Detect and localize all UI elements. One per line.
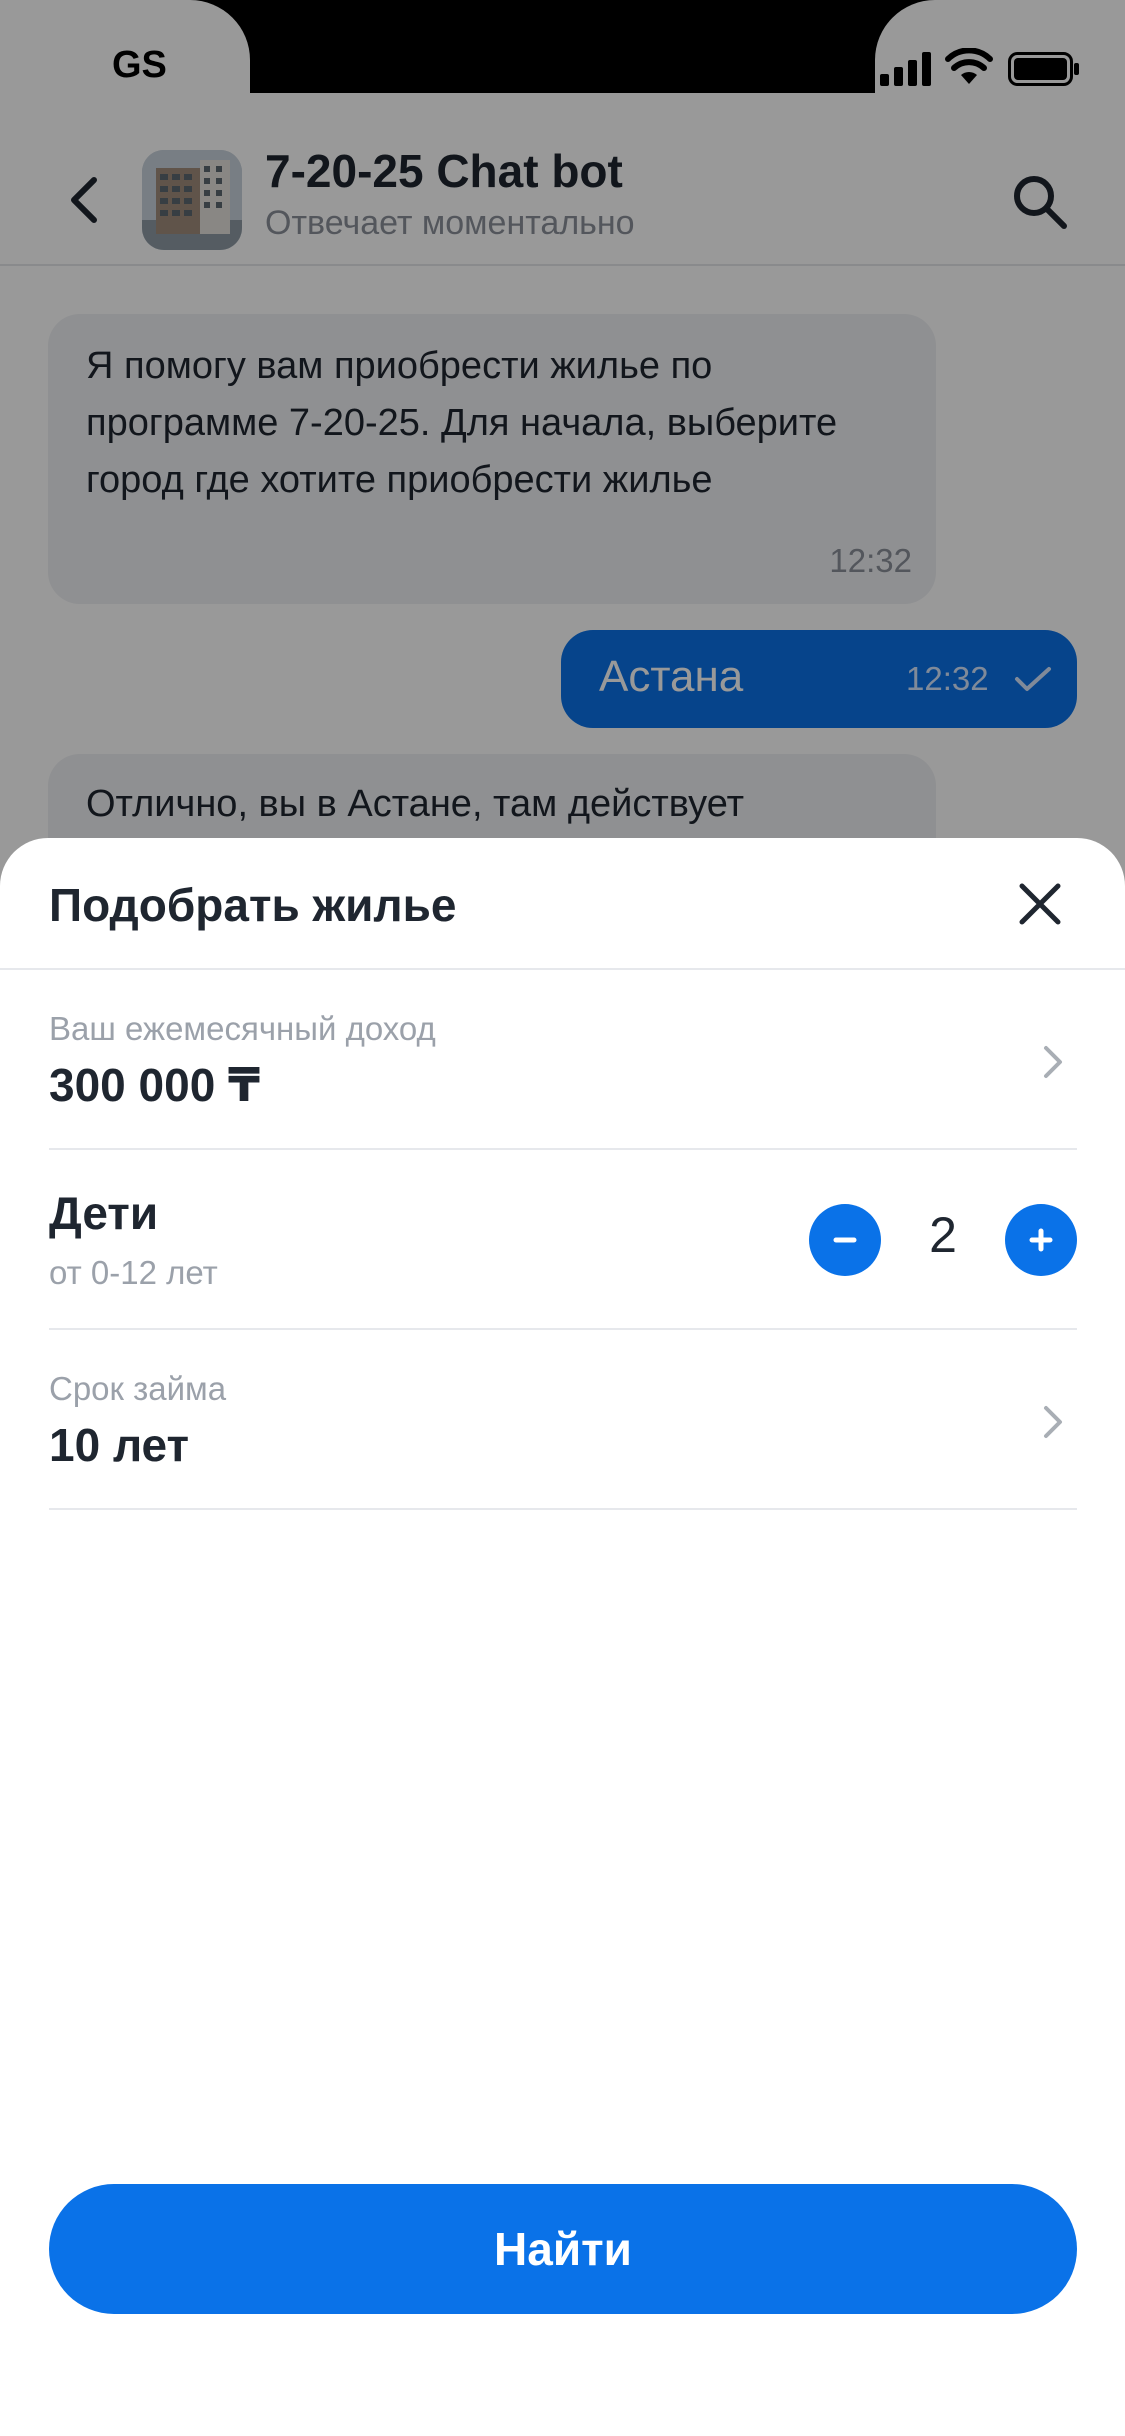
close-icon[interactable] — [1014, 878, 1066, 930]
sheet-title: Подобрать жилье — [49, 879, 457, 931]
chevron-right-icon — [1044, 1406, 1062, 1438]
income-value: 300 000 ₸ — [49, 1059, 261, 1111]
children-count: 2 — [929, 1207, 957, 1263]
chevron-right-icon — [1044, 1046, 1062, 1078]
plus-icon — [1029, 1228, 1053, 1252]
income-row[interactable]: Ваш ежемесячный доход 300 000 ₸ — [49, 970, 1077, 1150]
loan-term-label: Срок займа — [49, 1370, 227, 1407]
loan-term-value: 10 лет — [49, 1419, 190, 1471]
increment-button[interactable] — [1005, 1204, 1077, 1276]
children-subtitle: от 0-12 лет — [49, 1254, 218, 1291]
minus-icon — [833, 1237, 857, 1243]
decrement-button[interactable] — [809, 1204, 881, 1276]
children-title: Дети — [49, 1187, 159, 1239]
find-button[interactable]: Найти — [49, 2184, 1077, 2314]
housing-filter-sheet: Подобрать жилье Ваш ежемесячный доход 30… — [0, 838, 1125, 2436]
income-label: Ваш ежемесячный доход — [49, 1010, 436, 1047]
children-row: Дети от 0-12 лет 2 — [49, 1150, 1077, 1330]
loan-term-row[interactable]: Срок займа 10 лет — [49, 1330, 1077, 1510]
